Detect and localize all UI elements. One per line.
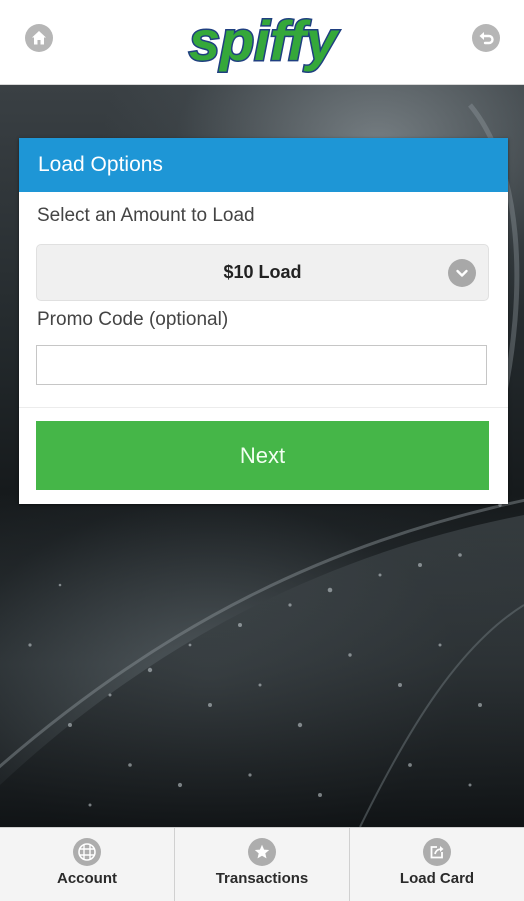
svg-text:spiffy: spiffy — [189, 9, 340, 72]
share-icon — [423, 838, 451, 866]
promo-code-label: Promo Code (optional) — [37, 309, 229, 330]
divider — [19, 407, 508, 408]
tab-transactions[interactable]: Transactions — [175, 828, 350, 901]
amount-label: Select an Amount to Load — [37, 205, 255, 226]
next-button[interactable]: Next — [36, 421, 489, 490]
star-icon — [248, 838, 276, 866]
tab-account-label: Account — [57, 870, 117, 887]
spiffy-logo: spiffy — [187, 8, 341, 74]
promo-code-input[interactable] — [36, 345, 487, 385]
bottom-tab-bar: Account Transactions Load Card — [0, 827, 524, 901]
amount-select[interactable]: $10 Load — [36, 244, 489, 301]
top-bar: spiffy — [0, 0, 524, 85]
tab-transactions-label: Transactions — [215, 870, 309, 887]
back-icon[interactable] — [472, 24, 500, 52]
amount-select-value: $10 Load — [223, 262, 302, 282]
chevron-down-icon[interactable] — [448, 259, 476, 287]
home-icon[interactable] — [25, 24, 53, 52]
tab-load-card[interactable]: Load Card — [350, 828, 524, 901]
tab-load-card-label: Load Card — [399, 870, 475, 887]
card-title: Load Options — [19, 138, 508, 192]
load-options-card: Load Options Select an Amount to Load $1… — [19, 138, 508, 504]
grid-globe-icon — [73, 838, 101, 866]
tab-account[interactable]: Account — [0, 828, 175, 901]
